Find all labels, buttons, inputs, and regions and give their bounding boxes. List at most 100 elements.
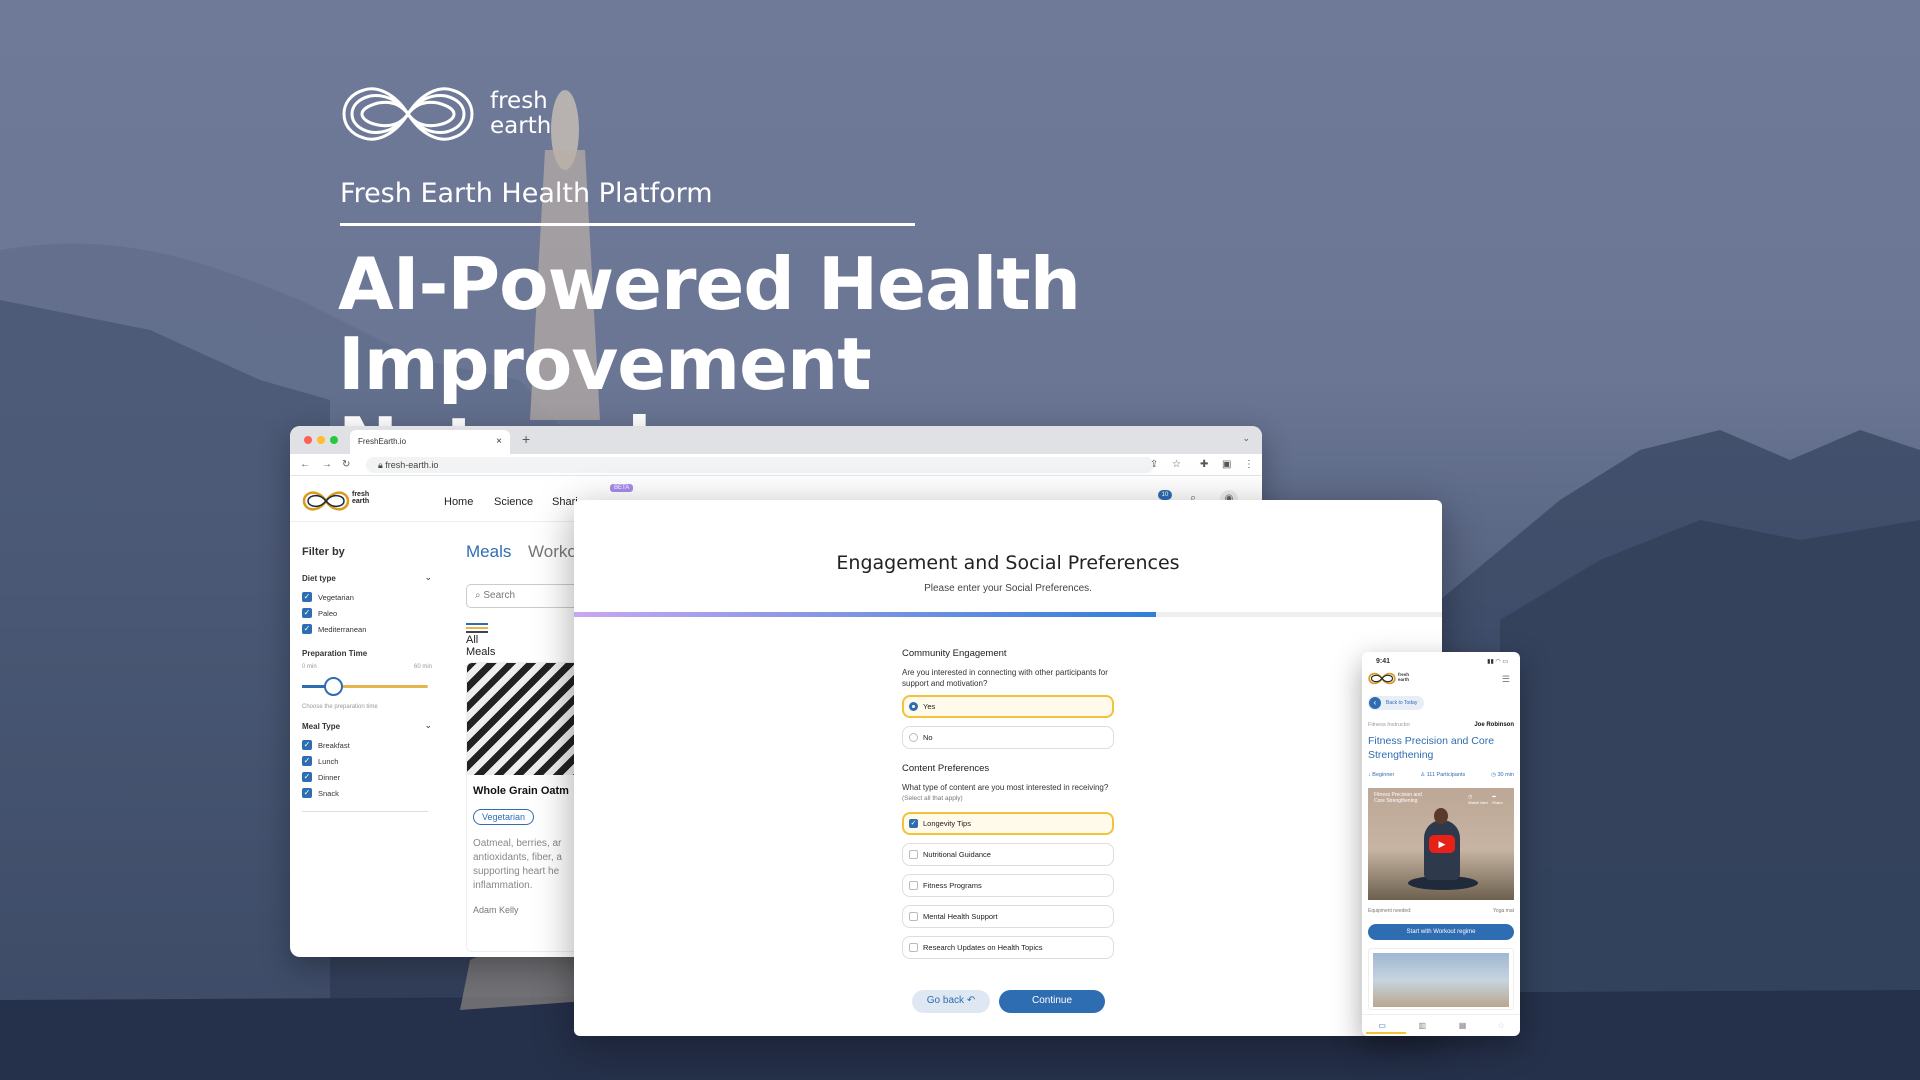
prep-max-label: 60 min bbox=[413, 664, 432, 670]
status-time: 9:41 bbox=[1376, 658, 1391, 665]
checkbox-icon[interactable] bbox=[909, 881, 918, 890]
all-meals-label: All Meals bbox=[466, 634, 496, 658]
forward-arrow-icon[interactable]: → bbox=[322, 459, 332, 470]
option-label: Nutritional Guidance bbox=[923, 850, 991, 859]
prep-min-label: 0 min bbox=[302, 664, 317, 670]
checkbox-icon[interactable] bbox=[909, 912, 918, 921]
checkbox-icon[interactable] bbox=[909, 943, 918, 952]
brand-wordmark: fresh earth bbox=[490, 89, 551, 139]
diet-option[interactable]: ✓ Mediterranean bbox=[302, 621, 432, 637]
site-logo[interactable]: fresh earth bbox=[302, 490, 369, 517]
mobile-logo-line-2: earth bbox=[1398, 677, 1410, 682]
new-tab-icon[interactable]: + bbox=[522, 431, 530, 447]
modal-title: Engagement and Social Preferences bbox=[836, 552, 1180, 574]
meal-type-label: Meal Type bbox=[302, 722, 341, 731]
sidebar-icon[interactable]: ▣ bbox=[1222, 459, 1231, 470]
meal-type-header[interactable]: Meal Type ⌄ bbox=[302, 720, 432, 731]
back-arrow-icon[interactable]: ← bbox=[300, 459, 310, 470]
extensions-icon[interactable]: ✚ bbox=[1200, 459, 1208, 470]
content-section-label: Content Preferences bbox=[902, 763, 990, 774]
url-input[interactable]: 🔒︎ fresh-earth.io bbox=[366, 457, 1154, 473]
tab-today-icon[interactable]: ▭ bbox=[1378, 1021, 1386, 1030]
browser-menu-icon[interactable]: ⋮ bbox=[1244, 459, 1254, 470]
radio-icon[interactable] bbox=[909, 733, 918, 742]
option-research-updates[interactable]: Research Updates on Health Topics bbox=[902, 936, 1114, 959]
prep-time-label: Preparation Time bbox=[302, 649, 368, 658]
checkbox-checked-icon[interactable]: ✓ bbox=[302, 740, 312, 750]
headline-line-1: AI-Powered Health Improvement bbox=[338, 242, 1081, 406]
back-chevron-icon: ‹ bbox=[1369, 697, 1381, 709]
hero-subtitle: Fresh Earth Health Platform bbox=[340, 178, 713, 209]
tab-stats-icon[interactable]: ▥ bbox=[1419, 1021, 1427, 1030]
duration-label: 30 min bbox=[1497, 772, 1514, 778]
option-yes[interactable]: Yes bbox=[902, 695, 1114, 718]
start-workout-button[interactable]: Start with Workout regime bbox=[1368, 924, 1514, 940]
bookmark-star-icon[interactable]: ☆ bbox=[1172, 459, 1181, 470]
nav-science[interactable]: Science bbox=[494, 496, 533, 508]
go-back-button[interactable]: Go back ↶ bbox=[912, 990, 990, 1013]
hamburger-menu-icon[interactable]: ☰ bbox=[1502, 674, 1510, 685]
tab-grid-icon[interactable]: ▦ bbox=[1459, 1021, 1467, 1030]
instructor-role: Fitness Instructor bbox=[1368, 722, 1411, 728]
diet-option[interactable]: ✓ Paleo bbox=[302, 605, 432, 621]
diet-type-chevron-icon[interactable]: ⌄ bbox=[424, 572, 432, 583]
option-label: Longevity Tips bbox=[923, 819, 971, 828]
checkbox-checked-icon[interactable]: ✓ bbox=[302, 608, 312, 618]
notification-badge[interactable]: 10 bbox=[1158, 490, 1172, 500]
close-window-button[interactable] bbox=[304, 436, 312, 444]
prep-time-slider[interactable] bbox=[302, 676, 432, 696]
checkbox-checked-icon[interactable]: ✓ bbox=[909, 819, 918, 828]
minimize-window-button[interactable] bbox=[317, 436, 325, 444]
play-button-icon[interactable]: ▶ bbox=[1429, 835, 1455, 853]
url-text: fresh-earth.io bbox=[385, 460, 439, 470]
option-label: No bbox=[923, 733, 933, 742]
tab-workouts[interactable]: Worko bbox=[528, 542, 577, 562]
option-nutritional-guidance[interactable]: Nutritional Guidance bbox=[902, 843, 1114, 866]
tab-list-chevron-icon[interactable]: ⌄ bbox=[1242, 433, 1250, 444]
all-meals-filter[interactable]: All Meals bbox=[466, 622, 495, 658]
radio-selected-icon[interactable] bbox=[909, 702, 918, 711]
option-mental-health-support[interactable]: Mental Health Support bbox=[902, 905, 1114, 928]
checkbox-icon[interactable] bbox=[909, 850, 918, 859]
share-label: Share bbox=[1492, 800, 1503, 805]
site-logo-line-1: fresh bbox=[352, 491, 370, 498]
diet-option-label: Vegetarian bbox=[318, 592, 354, 602]
slider-handle[interactable] bbox=[324, 677, 343, 696]
meal-option[interactable]: ✓ Snack bbox=[302, 785, 432, 801]
checkbox-checked-icon[interactable]: ✓ bbox=[302, 756, 312, 766]
community-question: Are you interested in connecting with ot… bbox=[902, 668, 1108, 688]
meal-option[interactable]: ✓ Dinner bbox=[302, 769, 432, 785]
workout-video[interactable]: Fitness Precision and Core Strengthening… bbox=[1368, 788, 1514, 900]
browser-tab[interactable]: FreshEarth.io × bbox=[350, 430, 510, 454]
checkbox-checked-icon[interactable]: ✓ bbox=[302, 772, 312, 782]
watch-later-icon[interactable]: ◷ Watch later bbox=[1468, 794, 1488, 806]
tab-settings-icon[interactable]: ◌ bbox=[1499, 1021, 1504, 1030]
option-no[interactable]: No bbox=[902, 726, 1114, 749]
tab-meals[interactable]: Meals bbox=[466, 542, 511, 562]
beta-badge: BETA bbox=[610, 484, 634, 492]
mobile-logo[interactable]: fresh earth bbox=[1368, 672, 1409, 687]
maximize-window-button[interactable] bbox=[330, 436, 338, 444]
option-label: Mental Health Support bbox=[923, 912, 998, 921]
next-workout-card[interactable] bbox=[1368, 948, 1514, 1010]
close-tab-icon[interactable]: × bbox=[496, 436, 502, 447]
option-fitness-programs[interactable]: Fitness Programs bbox=[902, 874, 1114, 897]
reload-icon[interactable]: ↻ bbox=[342, 459, 350, 470]
share-arrow-icon[interactable]: ➦ Share bbox=[1492, 794, 1503, 806]
checkbox-checked-icon[interactable]: ✓ bbox=[302, 788, 312, 798]
preferences-form: Community Engagement Are you interested … bbox=[902, 648, 1114, 967]
continue-button[interactable]: Continue bbox=[999, 990, 1105, 1013]
meal-option[interactable]: ✓ Lunch bbox=[302, 753, 432, 769]
checkbox-checked-icon[interactable]: ✓ bbox=[302, 624, 312, 634]
prep-time-hint: Choose the preparation time bbox=[302, 704, 378, 710]
diet-type-header[interactable]: Diet type ⌄ bbox=[302, 572, 432, 583]
diet-option[interactable]: ✓ Vegetarian bbox=[302, 589, 432, 605]
checkbox-checked-icon[interactable]: ✓ bbox=[302, 592, 312, 602]
share-icon[interactable]: ⇪ bbox=[1150, 459, 1158, 470]
nav-home[interactable]: Home bbox=[444, 496, 473, 508]
meal-type-chevron-icon[interactable]: ⌄ bbox=[424, 720, 432, 731]
option-longevity-tips[interactable]: ✓ Longevity Tips bbox=[902, 812, 1114, 835]
site-logo-line-2: earth bbox=[352, 498, 370, 505]
meal-option[interactable]: ✓ Breakfast bbox=[302, 737, 432, 753]
back-to-today-button[interactable]: ‹ Back to Today bbox=[1368, 696, 1424, 710]
